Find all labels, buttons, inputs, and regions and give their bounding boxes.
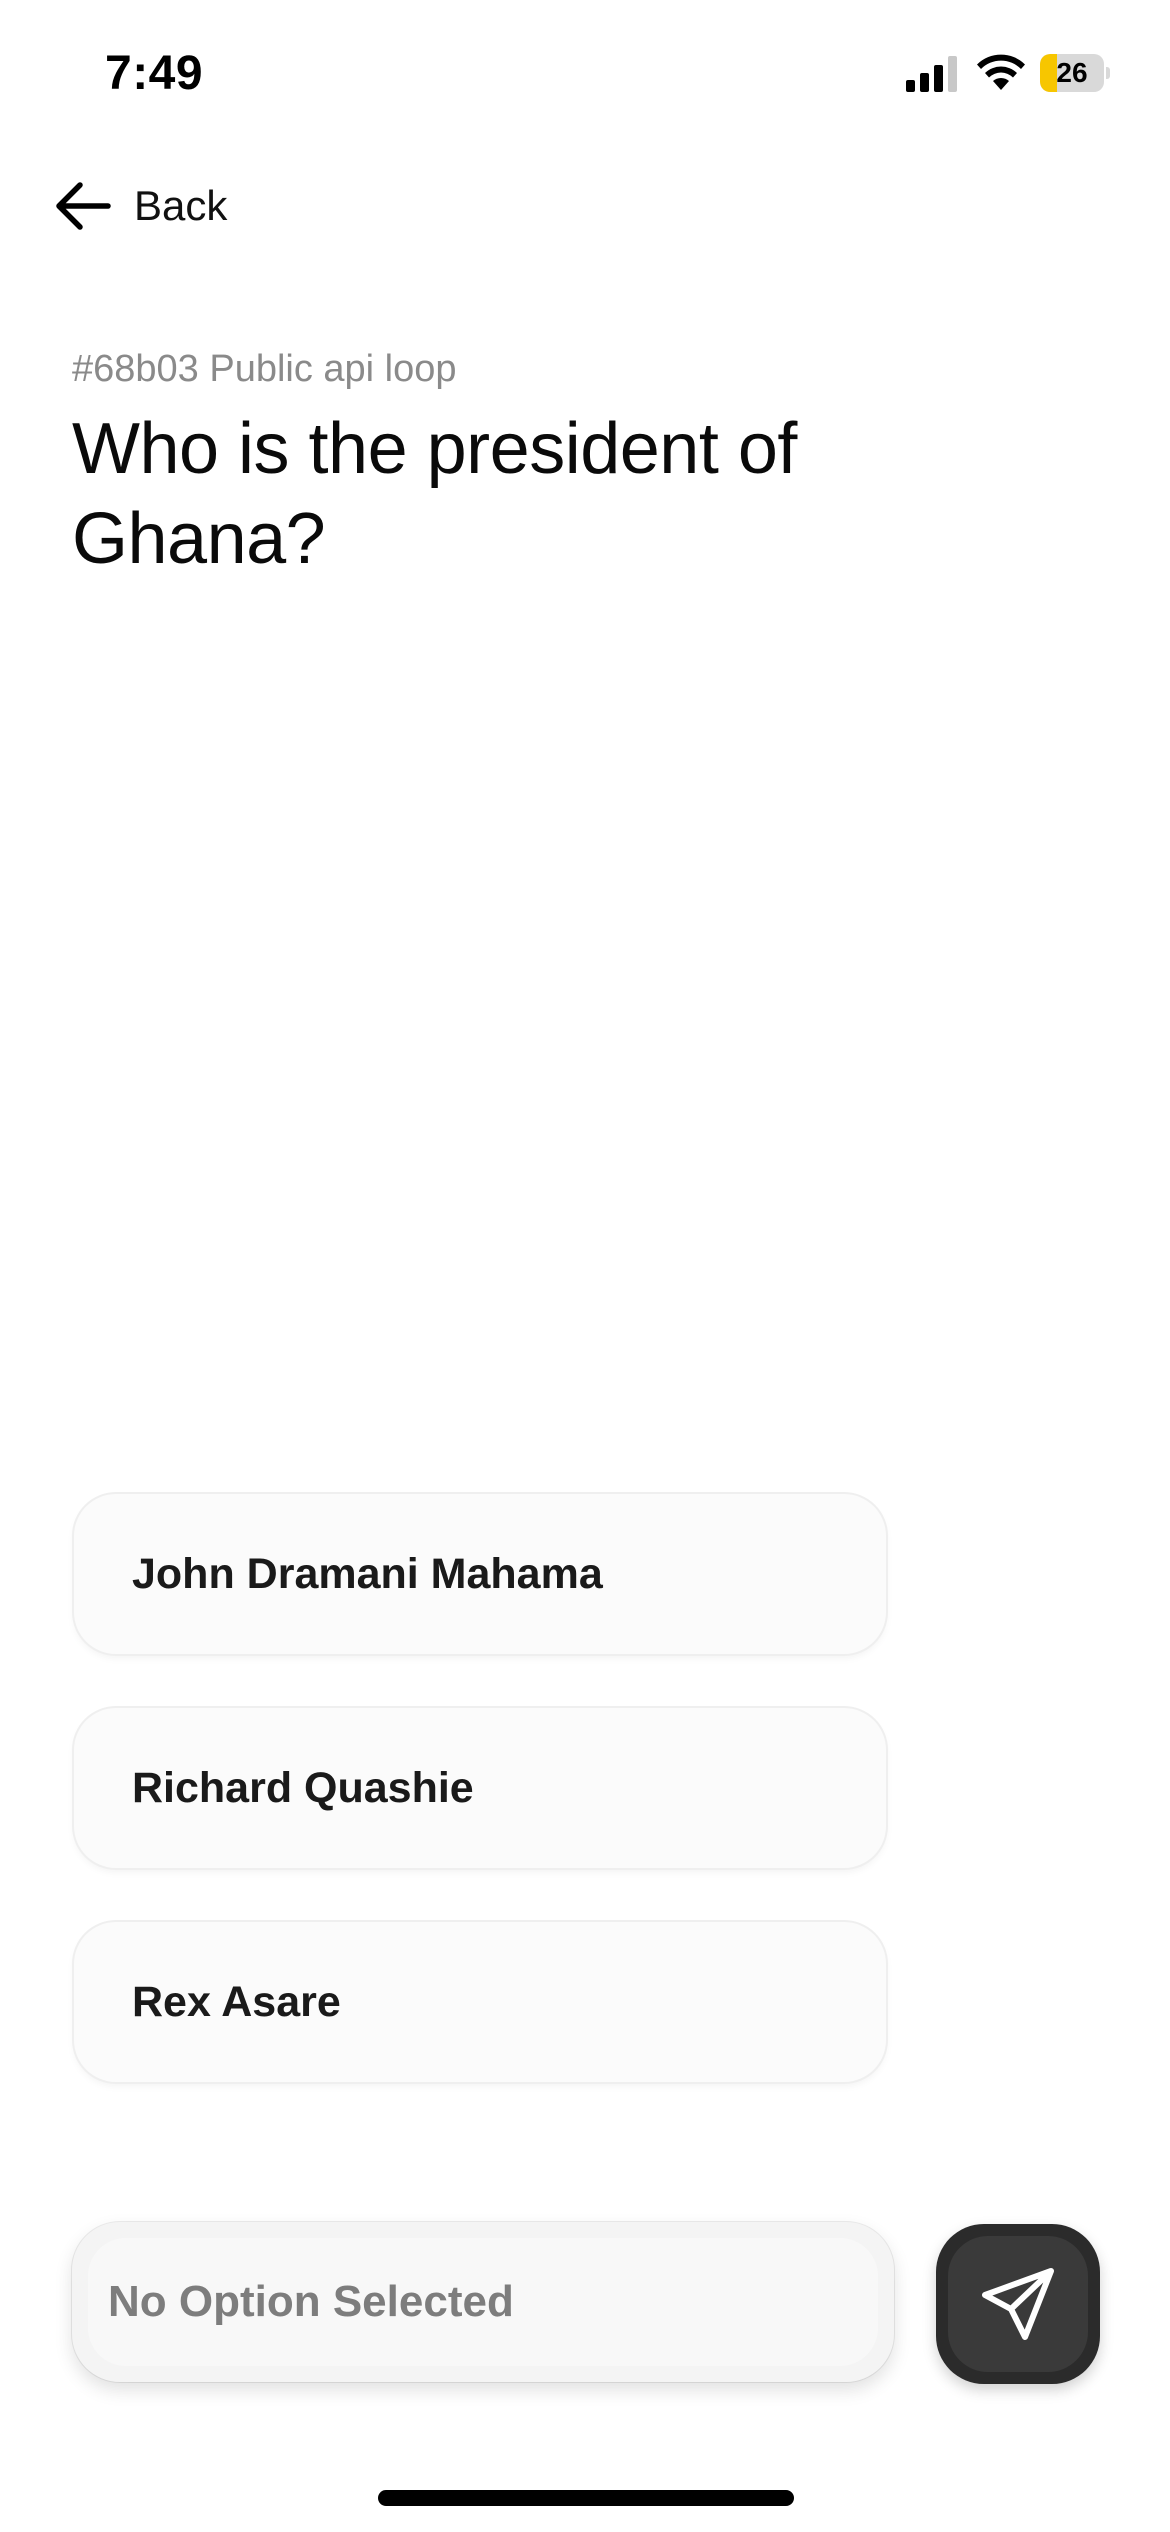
option-label: Rex Asare (132, 1977, 341, 2026)
back-button[interactable]: Back (54, 176, 227, 236)
selection-status-text: No Option Selected (108, 2277, 514, 2326)
cellular-signal-icon (906, 56, 957, 92)
option-richard-quashie[interactable]: Richard Quashie (74, 1708, 886, 1868)
wifi-icon (977, 54, 1025, 90)
send-button[interactable] (936, 2224, 1100, 2384)
send-paper-plane-icon (982, 2268, 1054, 2340)
status-time: 7:49 (105, 47, 204, 100)
option-label: John Dramani Mahama (132, 1549, 603, 1598)
battery-indicator: 26 (1040, 54, 1110, 92)
question-title: Who is the president of Ghana? (72, 409, 797, 579)
option-rex-asare[interactable]: Rex Asare (74, 1922, 886, 2082)
option-label: Richard Quashie (132, 1763, 474, 1812)
battery-level: 26 (1056, 57, 1088, 88)
option-john-dramani-mahama[interactable]: John Dramani Mahama (74, 1494, 886, 1654)
arrow-left-icon (56, 182, 111, 230)
back-label: Back (134, 182, 228, 229)
selected-option-field: No Option Selected (72, 2222, 894, 2382)
question-id: #68b03 Public api loop (72, 348, 457, 390)
home-indicator (378, 2490, 794, 2506)
